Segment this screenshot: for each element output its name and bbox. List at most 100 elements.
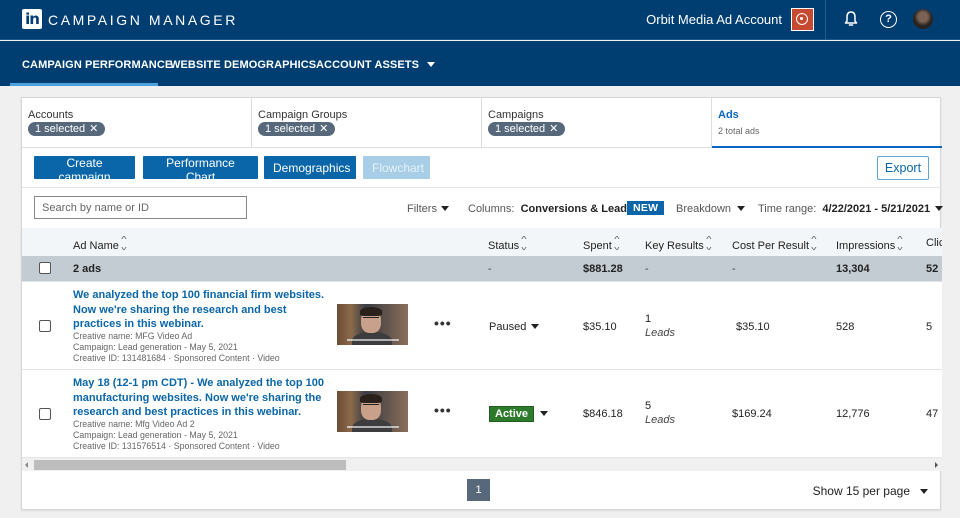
breadcrumb-campaigns[interactable]: Campaigns 1 selected ✕ [482,98,712,148]
breadcrumb-ads[interactable]: Ads 2 total ads [712,98,942,148]
linkedin-logo[interactable]: in [22,9,42,29]
sort-icon: ^ ^ [705,235,712,252]
tab-campaign-performance[interactable]: CAMPAIGN PERFORMANCE [22,59,172,71]
column-header-status[interactable]: Status ^ ^ [488,235,527,253]
top-bar: in CAMPAIGN MANAGER Orbit Media Ad Accou… [0,0,960,40]
pill-label: 1 selected [495,123,546,135]
close-icon[interactable]: ✕ [89,123,98,135]
new-badge: NEW [627,201,665,215]
pill-label: 1 selected [265,123,316,135]
sort-icon: ^ ^ [613,235,620,252]
ad-video-thumbnail[interactable] [337,391,408,432]
active-tab-indicator [10,83,158,86]
column-label: Cost Per Result [732,240,810,252]
header-divider [825,0,826,40]
tab-account-assets[interactable]: ACCOUNT ASSETS [316,59,436,71]
selection-pill[interactable]: 1 selected ✕ [258,122,336,136]
more-options-icon[interactable]: ••• [434,315,452,331]
key-results-count: 1 [645,313,652,325]
search-input[interactable] [34,196,247,219]
help-icon[interactable]: ? [880,11,897,28]
creative-id: Creative ID: 131481684 · Sponsored Conte… [73,353,280,363]
sort-icon: ^ ^ [521,235,527,252]
creative-name: Creative name: MFG Video Ad [73,331,193,341]
status-label: Paused [489,321,527,333]
breakdown-dropdown[interactable]: Breakdown [676,203,746,215]
bell-icon[interactable] [843,10,859,28]
time-range-label: Time range: [758,203,817,215]
account-target-icon[interactable] [791,8,814,31]
selection-pill[interactable]: 1 selected ✕ [28,122,106,136]
chevron-down-icon [427,62,436,67]
summary-name: 2 ads [73,263,102,275]
breakdown-label: Breakdown [676,203,732,215]
per-page-dropdown[interactable]: Show 15 per page [813,484,928,498]
close-icon[interactable]: ✕ [549,123,558,135]
scroll-left-icon[interactable] [25,462,28,468]
ad-title-link[interactable]: May 18 (12-1 pm CDT) - We analyzed the t… [73,376,328,420]
row-checkbox[interactable] [39,320,51,332]
main-nav: CAMPAIGN PERFORMANCE WEBSITE DEMOGRAPHIC… [0,41,960,86]
column-header-cost-per-result[interactable]: Cost Per Result ^ ^ [732,236,817,253]
spent-value: $35.10 [583,321,617,333]
tab-website-demographics[interactable]: WEBSITE DEMOGRAPHICS [170,59,316,71]
column-header-clicks[interactable]: Clic [926,237,942,249]
column-header-ad-name[interactable]: Ad Name ^ ^ [73,236,126,253]
selection-pill[interactable]: 1 selected ✕ [488,122,566,136]
app-title: CAMPAIGN MANAGER [48,12,238,28]
status-dropdown[interactable]: Paused [489,321,540,333]
filters-dropdown[interactable]: Filters [407,203,449,215]
impressions-value: 12,776 [836,408,870,420]
export-button[interactable]: Export [877,156,929,180]
cost-per-result-value: $35.10 [736,321,770,333]
columns-label: Columns: [468,203,515,215]
create-campaign-button[interactable]: Create campaign [34,156,135,184]
breadcrumb-accounts[interactable]: Accounts 1 selected ✕ [22,98,252,148]
table-header: Ad Name ^ ^ Status ^ ^ Spent ^ ^ Key Results ^ ^… [22,228,942,256]
summary-spent: $881.28 [583,263,623,275]
ad-video-thumbnail[interactable] [337,304,408,345]
status-dropdown[interactable]: Active [489,406,549,422]
per-page-label: Show 15 per page [812,484,910,498]
account-name[interactable]: Orbit Media Ad Account [646,12,782,27]
breadcrumb-campaign-groups[interactable]: Campaign Groups 1 selected ✕ [252,98,482,148]
table-row: We analyzed the top 100 financial firm w… [22,281,942,369]
flowchart-button: Flowchart [363,156,430,179]
chevron-down-icon [440,206,449,211]
toolbar-divider [22,187,942,188]
chevron-down-icon [540,411,549,416]
scrollbar-thumb[interactable] [34,460,346,470]
campaign-name: Campaign: Lead generation - May 5, 2021 [73,342,238,352]
column-header-spent[interactable]: Spent ^ ^ [583,235,620,253]
columns-dropdown[interactable]: Columns: Conversions & Leads [468,203,643,215]
spent-value: $846.18 [583,408,623,420]
performance-chart-button[interactable]: Performance Chart [143,156,258,184]
chevron-down-icon [920,489,928,494]
horizontal-scrollbar[interactable] [22,457,942,471]
campaign-name: Campaign: Lead generation - May 5, 2021 [73,430,238,440]
column-label: Key Results [645,240,704,252]
ads-table: Ad Name ^ ^ Status ^ ^ Spent ^ ^ Key Results ^ ^… [22,228,942,457]
demographics-button[interactable]: Demographics [264,156,356,179]
key-results-value: 5 Leads [645,400,675,426]
ad-title-link[interactable]: We analyzed the top 100 financial firm w… [73,288,328,332]
column-label: Status [488,240,520,252]
breadcrumb: Accounts 1 selected ✕ Campaign Groups 1 s… [22,98,942,148]
key-results-unit: Leads [645,327,675,339]
total-ads-count: 2 total ads [718,126,760,136]
time-range-dropdown[interactable]: Time range: 4/22/2021 - 5/21/2021 [758,203,944,215]
summary-clicks: 52 [926,263,939,275]
scroll-right-icon[interactable] [935,462,938,468]
row-checkbox[interactable] [39,408,51,420]
page-button-current[interactable]: 1 [467,479,490,501]
time-range-value: 4/22/2021 - 5/21/2021 [822,203,931,215]
main-panel: Accounts 1 selected ✕ Campaign Groups 1 s… [21,97,944,510]
select-all-checkbox[interactable] [39,262,51,274]
column-header-impressions[interactable]: Impressions ^ ^ [836,236,903,253]
breadcrumb-label: Campaign Groups [258,109,348,121]
close-icon[interactable]: ✕ [319,123,328,135]
creative-name: Creative name: Mfg Video Ad 2 [73,419,195,429]
more-options-icon[interactable]: ••• [434,402,452,418]
avatar[interactable] [913,9,933,29]
column-header-key-results[interactable]: Key Results ^ ^ [645,235,712,253]
